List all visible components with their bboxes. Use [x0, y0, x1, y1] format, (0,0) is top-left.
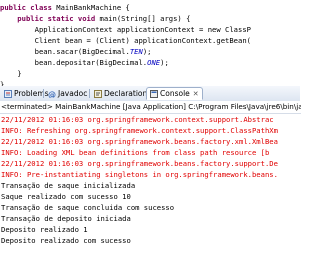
- code-text: bean.sacar(BigDecimal.: [0, 47, 130, 56]
- code-constant: ONE: [147, 58, 161, 67]
- code-text: Client bean = (Client) applicationContex…: [0, 36, 251, 45]
- code-editor[interactable]: public class MainBankMachine { public st…: [0, 0, 300, 87]
- code-text: );: [142, 47, 152, 56]
- tab-label: Declaration: [104, 89, 148, 98]
- console-line: INFO: Loading XML bean definitions from …: [1, 148, 270, 157]
- code-text: ApplicationContext applicationContext = …: [0, 25, 251, 34]
- code-line: }: [0, 68, 22, 79]
- code-line: Client bean = (Client) applicationContex…: [0, 35, 251, 46]
- console-line: Deposito realizado com sucesso: [1, 236, 131, 245]
- console-line: 22/11/2012 01:16:03 org.springframework.…: [1, 137, 278, 146]
- console-icon: [150, 89, 158, 98]
- console-output[interactable]: 22/11/2012 01:16:03 org.springframework.…: [0, 114, 300, 276]
- console-line: Saque realizado com sucesso 10: [1, 192, 131, 201]
- problems-icon: [4, 89, 12, 98]
- code-constant: TEN: [129, 47, 143, 56]
- tab-declaration[interactable]: Declaration: [91, 87, 150, 100]
- tab-console[interactable]: Console ✕: [146, 87, 203, 100]
- code-line: public static void main(String[] args) {: [0, 13, 190, 24]
- code-line: public class MainBankMachine {: [0, 2, 130, 13]
- console-line: INFO: Refreshing org.springframework.con…: [1, 126, 278, 135]
- console-line: Transação de saque inicializada: [1, 181, 136, 190]
- code-text: }: [0, 69, 22, 78]
- tab-label: Console: [160, 89, 190, 98]
- svg-text:@: @: [48, 90, 56, 98]
- tab-javadoc[interactable]: @ Javadoc: [45, 87, 90, 100]
- console-status-line: <terminated> MainBankMachine [Java Appli…: [0, 101, 301, 114]
- code-text: bean.depositar(BigDecimal.: [0, 58, 148, 67]
- console-line: Transação de saque concluida com sucesso: [1, 203, 175, 212]
- declaration-icon: [94, 89, 102, 98]
- console-line: Deposito realizado 1: [1, 225, 88, 234]
- code-keyword: public static void: [0, 14, 100, 23]
- tab-label: Javadoc: [58, 89, 88, 98]
- code-text: main(String[] args) {: [99, 14, 191, 23]
- tab-divider: [89, 89, 90, 98]
- tab-divider: [43, 89, 44, 98]
- javadoc-icon: @: [48, 90, 56, 99]
- code-keyword: public class: [0, 3, 57, 12]
- console-line: INFO: Pre-instantiating singletons in or…: [1, 170, 278, 179]
- code-line: ApplicationContext applicationContext = …: [0, 24, 251, 35]
- console-line: 22/11/2012 01:16:03 org.springframework.…: [1, 115, 274, 124]
- code-text: );: [160, 58, 169, 67]
- code-line: bean.sacar(BigDecimal.TEN);: [0, 46, 152, 57]
- views-tab-bar: Problems @ Javadoc Declaration Console ✕: [0, 86, 300, 102]
- code-text: MainBankMachine {: [56, 3, 130, 12]
- console-line: 22/11/2012 01:16:03 org.springframework.…: [1, 159, 278, 168]
- code-line: bean.depositar(BigDecimal.ONE);: [0, 57, 169, 68]
- close-icon[interactable]: ✕: [193, 90, 199, 98]
- console-line: Transação de deposito iniciada: [1, 214, 131, 223]
